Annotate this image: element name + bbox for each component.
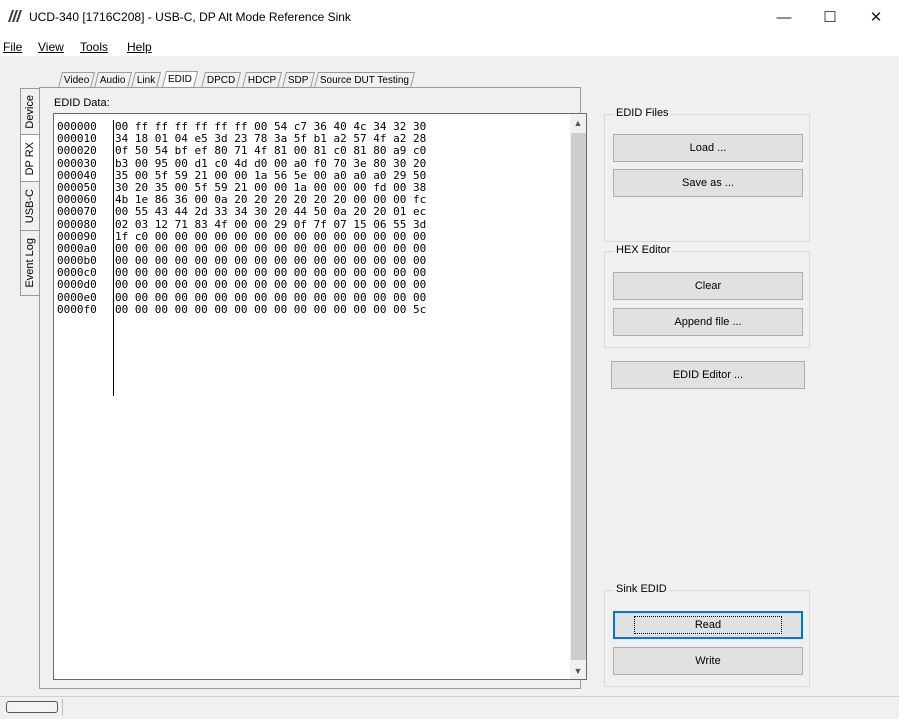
scroll-down-arrow-icon[interactable]: ▼ (570, 662, 586, 679)
tab-source-dut-testing[interactable]: Source DUT Testing (314, 72, 416, 88)
tab-dpcd[interactable]: DPCD (201, 72, 242, 88)
edid-files-title: EDID Files (614, 107, 671, 119)
scroll-up-arrow-icon[interactable]: ▲ (570, 114, 586, 131)
hex-editor-title: HEX Editor (614, 244, 673, 256)
hex-address: 0000e0 (57, 290, 97, 304)
hex-bytes[interactable]: 00 00 00 00 00 00 00 00 00 00 00 00 00 0… (115, 279, 426, 291)
read-button-label: Read (633, 616, 783, 634)
menu-help[interactable]: Help (127, 40, 152, 54)
hex-bytes[interactable]: 00 00 00 00 00 00 00 00 00 00 00 00 00 0… (115, 291, 426, 304)
hex-bytes[interactable]: 00 55 43 44 2d 33 34 30 20 44 50 0a 20 2… (115, 206, 426, 218)
clear-button[interactable]: Clear (613, 272, 803, 300)
tab-sdp[interactable]: SDP (282, 72, 315, 88)
side-tab-usb-c[interactable]: USB-C (20, 181, 39, 232)
close-button[interactable]: ✕ (853, 0, 899, 34)
menu-tools[interactable]: Tools (80, 40, 108, 54)
hex-row: 0000f0 00 00 00 00 00 00 00 00 00 00 00 0… (57, 302, 426, 316)
sink-edid-title: Sink EDID (614, 583, 669, 595)
hex-bytes[interactable]: 00 00 00 00 00 00 00 00 00 00 00 00 00 0… (115, 303, 426, 316)
tab-link[interactable]: Link (131, 72, 162, 88)
save-as-button[interactable]: Save as ... (613, 169, 803, 197)
tab-edid[interactable]: EDID (161, 71, 199, 88)
status-separator (62, 699, 63, 716)
menu-file[interactable]: File (3, 40, 22, 54)
hex-lines: 000000 00 ff ff ff ff ff ff 00 54 c7 36 4… (57, 120, 426, 316)
status-bar (0, 696, 899, 719)
hex-row: 000030 b3 00 95 00 d1 c0 4d d0 00 a0 f0 7… (57, 156, 426, 170)
app-logo-icon (8, 10, 22, 22)
maximize-button[interactable]: ☐ (807, 0, 853, 34)
read-button[interactable]: Read (613, 611, 803, 639)
side-tab-device[interactable]: Device (20, 88, 39, 136)
hex-row: 000080 02 03 12 71 83 4f 00 00 29 0f 7f 0… (57, 217, 426, 231)
append-file-button[interactable]: Append file ... (613, 308, 803, 336)
hex-address: 000020 (57, 144, 97, 158)
hex-address: 000070 (57, 205, 97, 219)
edid-editor-button[interactable]: EDID Editor ... (611, 361, 805, 389)
edid-data-label: EDID Data: (54, 97, 110, 109)
hex-bytes[interactable]: 0f 50 54 bf ef 80 71 4f 81 00 81 c0 81 8… (115, 145, 426, 157)
hex-row: 0000e0 00 00 00 00 00 00 00 00 00 00 00 0… (57, 290, 426, 304)
scroll-thumb[interactable] (571, 133, 586, 660)
write-button[interactable]: Write (613, 647, 803, 675)
hex-row: 0000d0 00 00 00 00 00 00 00 00 00 00 00 0… (57, 279, 426, 291)
hex-address: 000030 (57, 156, 97, 170)
hex-row: 000020 0f 50 54 bf ef 80 71 4f 81 00 81 c… (57, 145, 426, 157)
load-button[interactable]: Load ... (613, 134, 803, 162)
side-tab-event-log[interactable]: Event Log (20, 230, 39, 296)
hex-address: 0000d0 (57, 278, 97, 292)
window-title: UCD-340 [1716C208] - USB-C, DP Alt Mode … (29, 10, 351, 24)
tab-hdcp[interactable]: HDCP (242, 72, 283, 88)
hex-row: 000070 00 55 43 44 2d 33 34 30 20 44 50 0… (57, 206, 426, 218)
tab-video[interactable]: Video (58, 72, 96, 88)
hex-bytes[interactable]: b3 00 95 00 d1 c0 4d d0 00 a0 f0 70 3e 8… (115, 157, 426, 170)
minimize-button[interactable]: — (761, 0, 807, 34)
menu-view[interactable]: View (38, 40, 64, 54)
side-tab-dp-rx[interactable]: DP RX (20, 134, 39, 183)
connection-indicator (6, 701, 58, 713)
hex-bytes[interactable]: 02 03 12 71 83 4f 00 00 29 0f 7f 07 15 0… (115, 218, 426, 231)
hex-address: 0000f0 (57, 302, 97, 316)
hex-address: 000080 (57, 217, 97, 231)
tab-audio[interactable]: Audio (94, 72, 132, 88)
